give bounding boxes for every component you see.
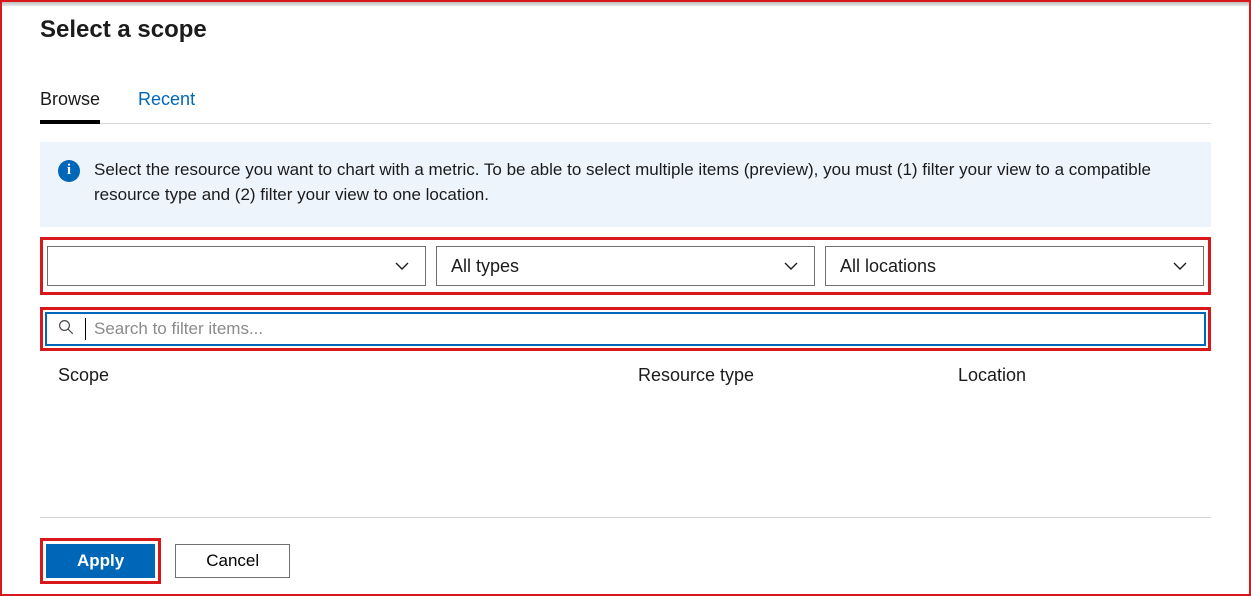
search-wrapper <box>40 307 1211 351</box>
chevron-down-icon <box>393 257 411 275</box>
results-header: Scope Resource type Location <box>40 365 1211 386</box>
cancel-button[interactable]: Cancel <box>175 544 290 578</box>
tabs: Browse Recent <box>40 82 1211 124</box>
chevron-down-icon <box>782 257 800 275</box>
column-scope: Scope <box>58 365 638 386</box>
info-text: Select the resource you want to chart wi… <box>94 158 1193 207</box>
tab-recent[interactable]: Recent <box>138 83 195 124</box>
search-input[interactable] <box>94 319 1194 339</box>
info-icon: i <box>58 160 80 182</box>
chevron-down-icon <box>1171 257 1189 275</box>
search-icon <box>57 318 75 341</box>
type-dropdown[interactable]: All types <box>436 246 815 286</box>
column-resource-type: Resource type <box>638 365 958 386</box>
info-banner: i Select the resource you want to chart … <box>40 142 1211 227</box>
column-location: Location <box>958 365 1193 386</box>
filters-row: All types All locations <box>40 237 1211 295</box>
subscription-dropdown[interactable] <box>47 246 426 286</box>
divider <box>40 517 1211 518</box>
footer: Apply Cancel <box>40 517 1211 584</box>
tab-browse[interactable]: Browse <box>40 83 100 124</box>
text-cursor <box>85 318 86 340</box>
search-box[interactable] <box>45 312 1206 346</box>
location-value: All locations <box>840 256 936 277</box>
apply-callout: Apply <box>40 538 161 584</box>
type-value: All types <box>451 256 519 277</box>
location-dropdown[interactable]: All locations <box>825 246 1204 286</box>
apply-button[interactable]: Apply <box>46 544 155 578</box>
page-title: Select a scope <box>40 16 1211 44</box>
